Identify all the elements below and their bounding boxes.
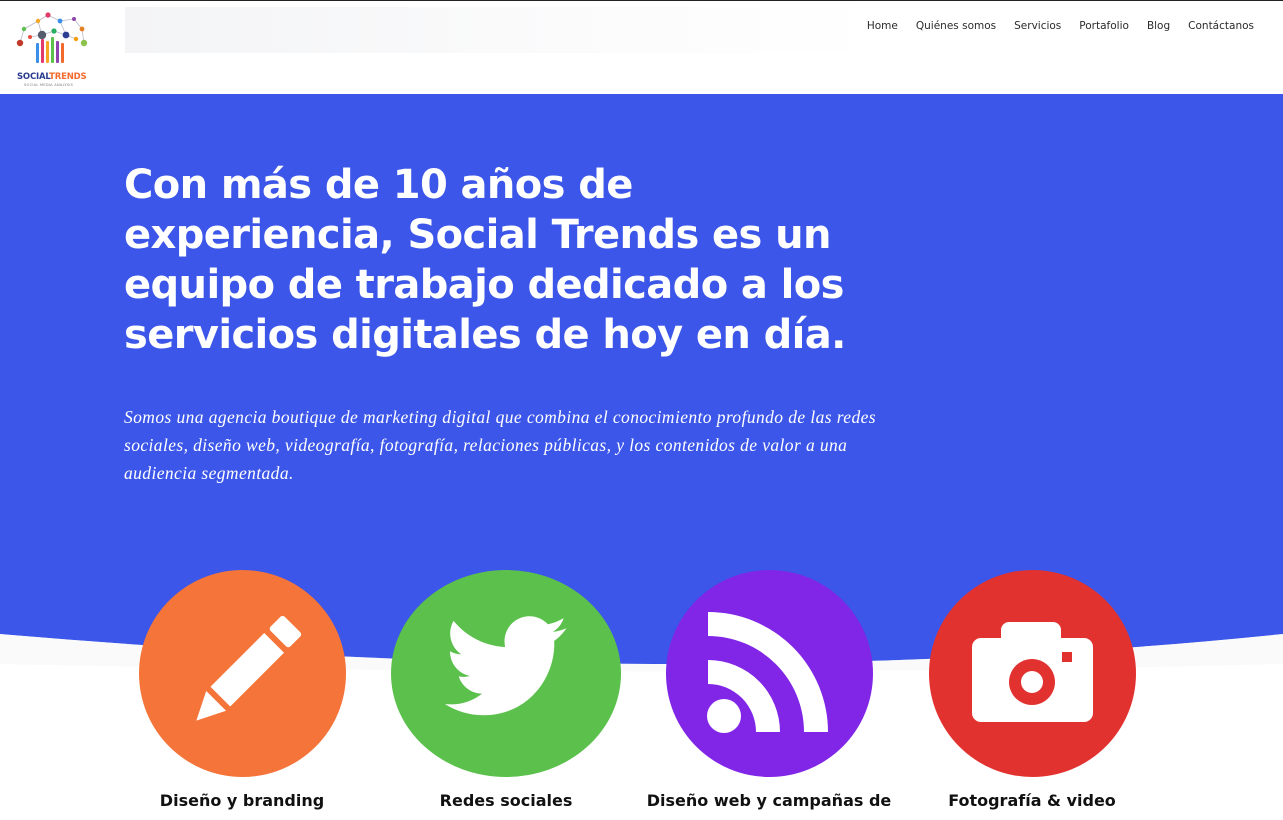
service-label: Redes sociales: [439, 791, 573, 810]
service-label: Diseño web y campañas de: [646, 791, 892, 810]
service-card-web[interactable]: Diseño web y campañas de: [647, 570, 891, 810]
logo-tree-icon: [16, 12, 88, 63]
hero-subtitle: Somos una agencia boutique de marketing …: [124, 407, 876, 483]
nav-portafolio[interactable]: Portafolio: [1079, 18, 1129, 34]
hero-title: Con más de 10 años de experiencia, Socia…: [124, 162, 846, 358]
service-label: Diseño y branding: [159, 791, 325, 810]
pencil-icon: [196, 615, 302, 721]
rss-icon: [707, 612, 828, 733]
logo-wordmark: SOCIALTRENDS: [17, 72, 91, 82]
logo-word-trends: TRENDS: [49, 72, 87, 82]
service-circle: [139, 570, 346, 777]
service-circle: [391, 570, 621, 777]
logo-word-social: SOCIAL: [17, 72, 50, 82]
site-header: SOCIALTRENDS SOCIAL MEDIA ANALYSIS Home …: [0, 0, 1283, 94]
twitter-bird-icon: [444, 616, 567, 716]
nav-quienes-somos[interactable]: Quiénes somos: [916, 18, 996, 34]
logo-tagline: SOCIAL MEDIA ANALYSIS: [24, 83, 74, 87]
service-label: Fotografía & video: [948, 791, 1116, 810]
main-nav: Home Quiénes somos Servicios Portafolio …: [849, 18, 1254, 34]
nav-contactanos[interactable]: Contáctanos: [1188, 18, 1254, 34]
nav-blog[interactable]: Blog: [1147, 18, 1170, 34]
camera-icon: [972, 622, 1093, 722]
service-card-photo[interactable]: Fotografía & video: [929, 570, 1136, 810]
service-card-social[interactable]: Redes sociales: [391, 570, 621, 810]
hero-section: Con más de 10 años de experiencia, Socia…: [0, 94, 1283, 820]
nav-home[interactable]: Home: [867, 18, 898, 34]
service-circle: [666, 570, 873, 777]
nav-servicios[interactable]: Servicios: [1014, 18, 1061, 34]
service-card-branding[interactable]: Diseño y branding: [139, 570, 346, 810]
service-circle: [929, 570, 1136, 777]
logo[interactable]: SOCIALTRENDS SOCIAL MEDIA ANALYSIS: [14, 11, 90, 89]
